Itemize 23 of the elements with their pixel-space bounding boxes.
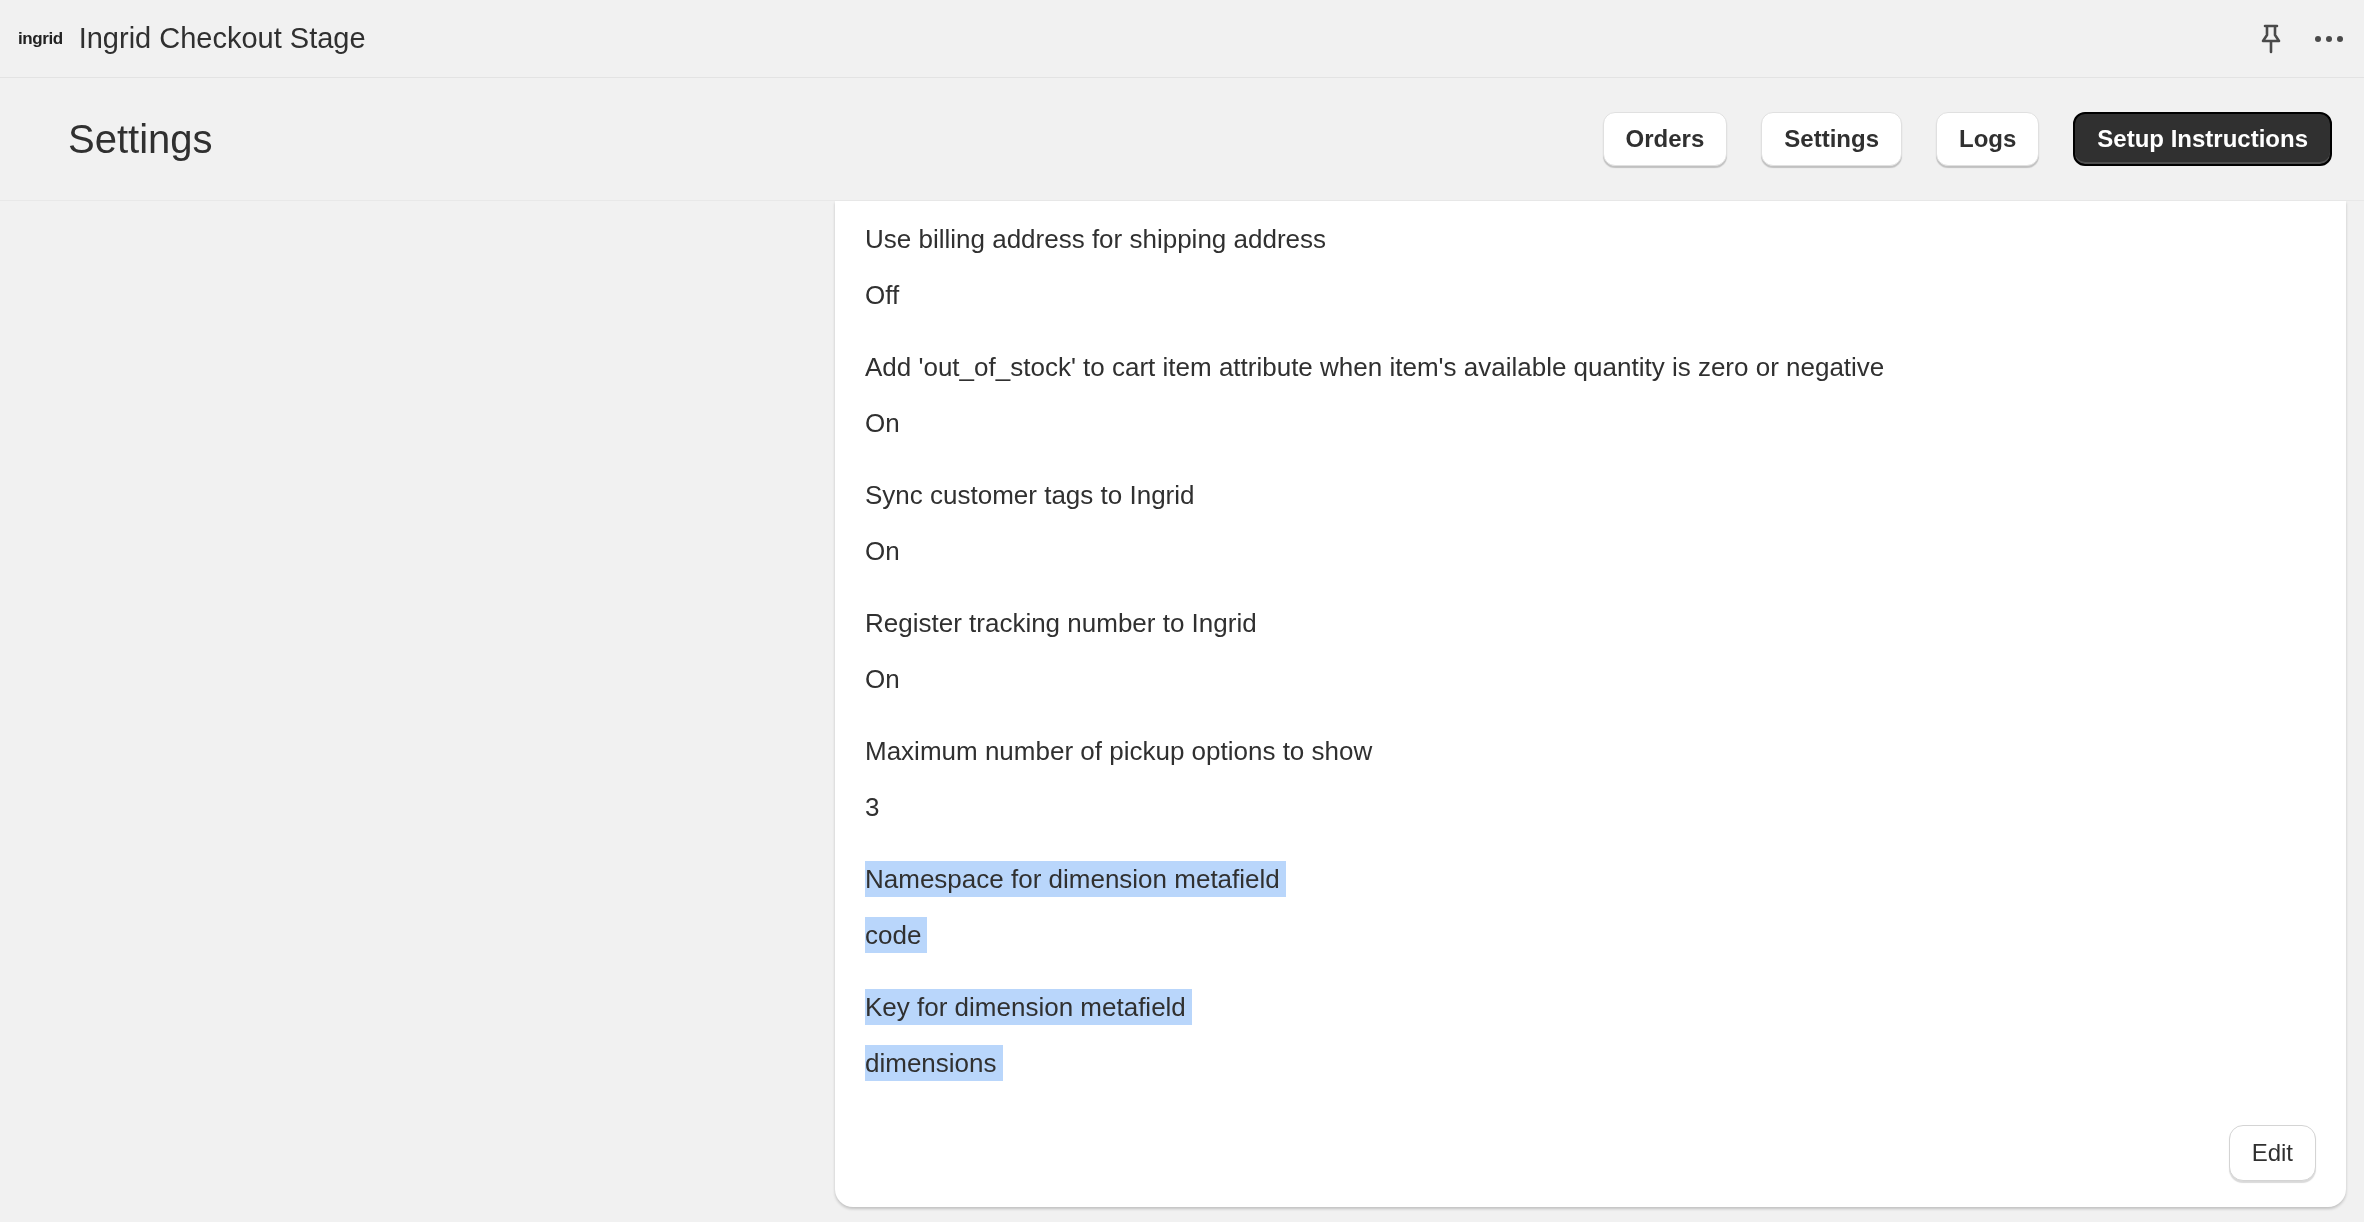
primary-button[interactable]: Setup Instructions (2073, 112, 2332, 166)
nav-button[interactable]: Settings (1761, 112, 1902, 166)
setting-value: On (865, 407, 901, 440)
setting-label: Add 'out_of_stock' to cart item attribute when item's available quantity is zero or negative (865, 351, 1886, 384)
nav-button[interactable]: Orders (1602, 112, 1728, 166)
setting-value: On (865, 663, 901, 696)
setting-value: code (865, 917, 928, 953)
setting-value: dimensions (865, 1045, 1003, 1081)
setting-label: Sync customer tags to Ingrid (865, 479, 1196, 512)
nav-button[interactable]: Logs (1936, 112, 2040, 166)
setting-label: Use billing address for shipping address (865, 223, 1328, 256)
logo: ingrid (18, 27, 63, 50)
setting-label: Key for dimension metafield (865, 989, 1192, 1025)
setting-label: Namespace for dimension metafield (865, 861, 1286, 897)
setting-value: 3 (865, 791, 881, 824)
setting-label: Register tracking number to Ingrid (865, 607, 1258, 640)
app-title: Ingrid Checkout Stage (78, 20, 366, 56)
page-title: Settings (68, 116, 213, 163)
more-icon[interactable] (2314, 34, 2344, 43)
setting-value: Off (865, 279, 901, 312)
setting-label: Maximum number of pickup options to show (865, 735, 1374, 768)
edit-button[interactable]: Edit (2228, 1125, 2316, 1181)
setting-value: On (865, 535, 901, 568)
